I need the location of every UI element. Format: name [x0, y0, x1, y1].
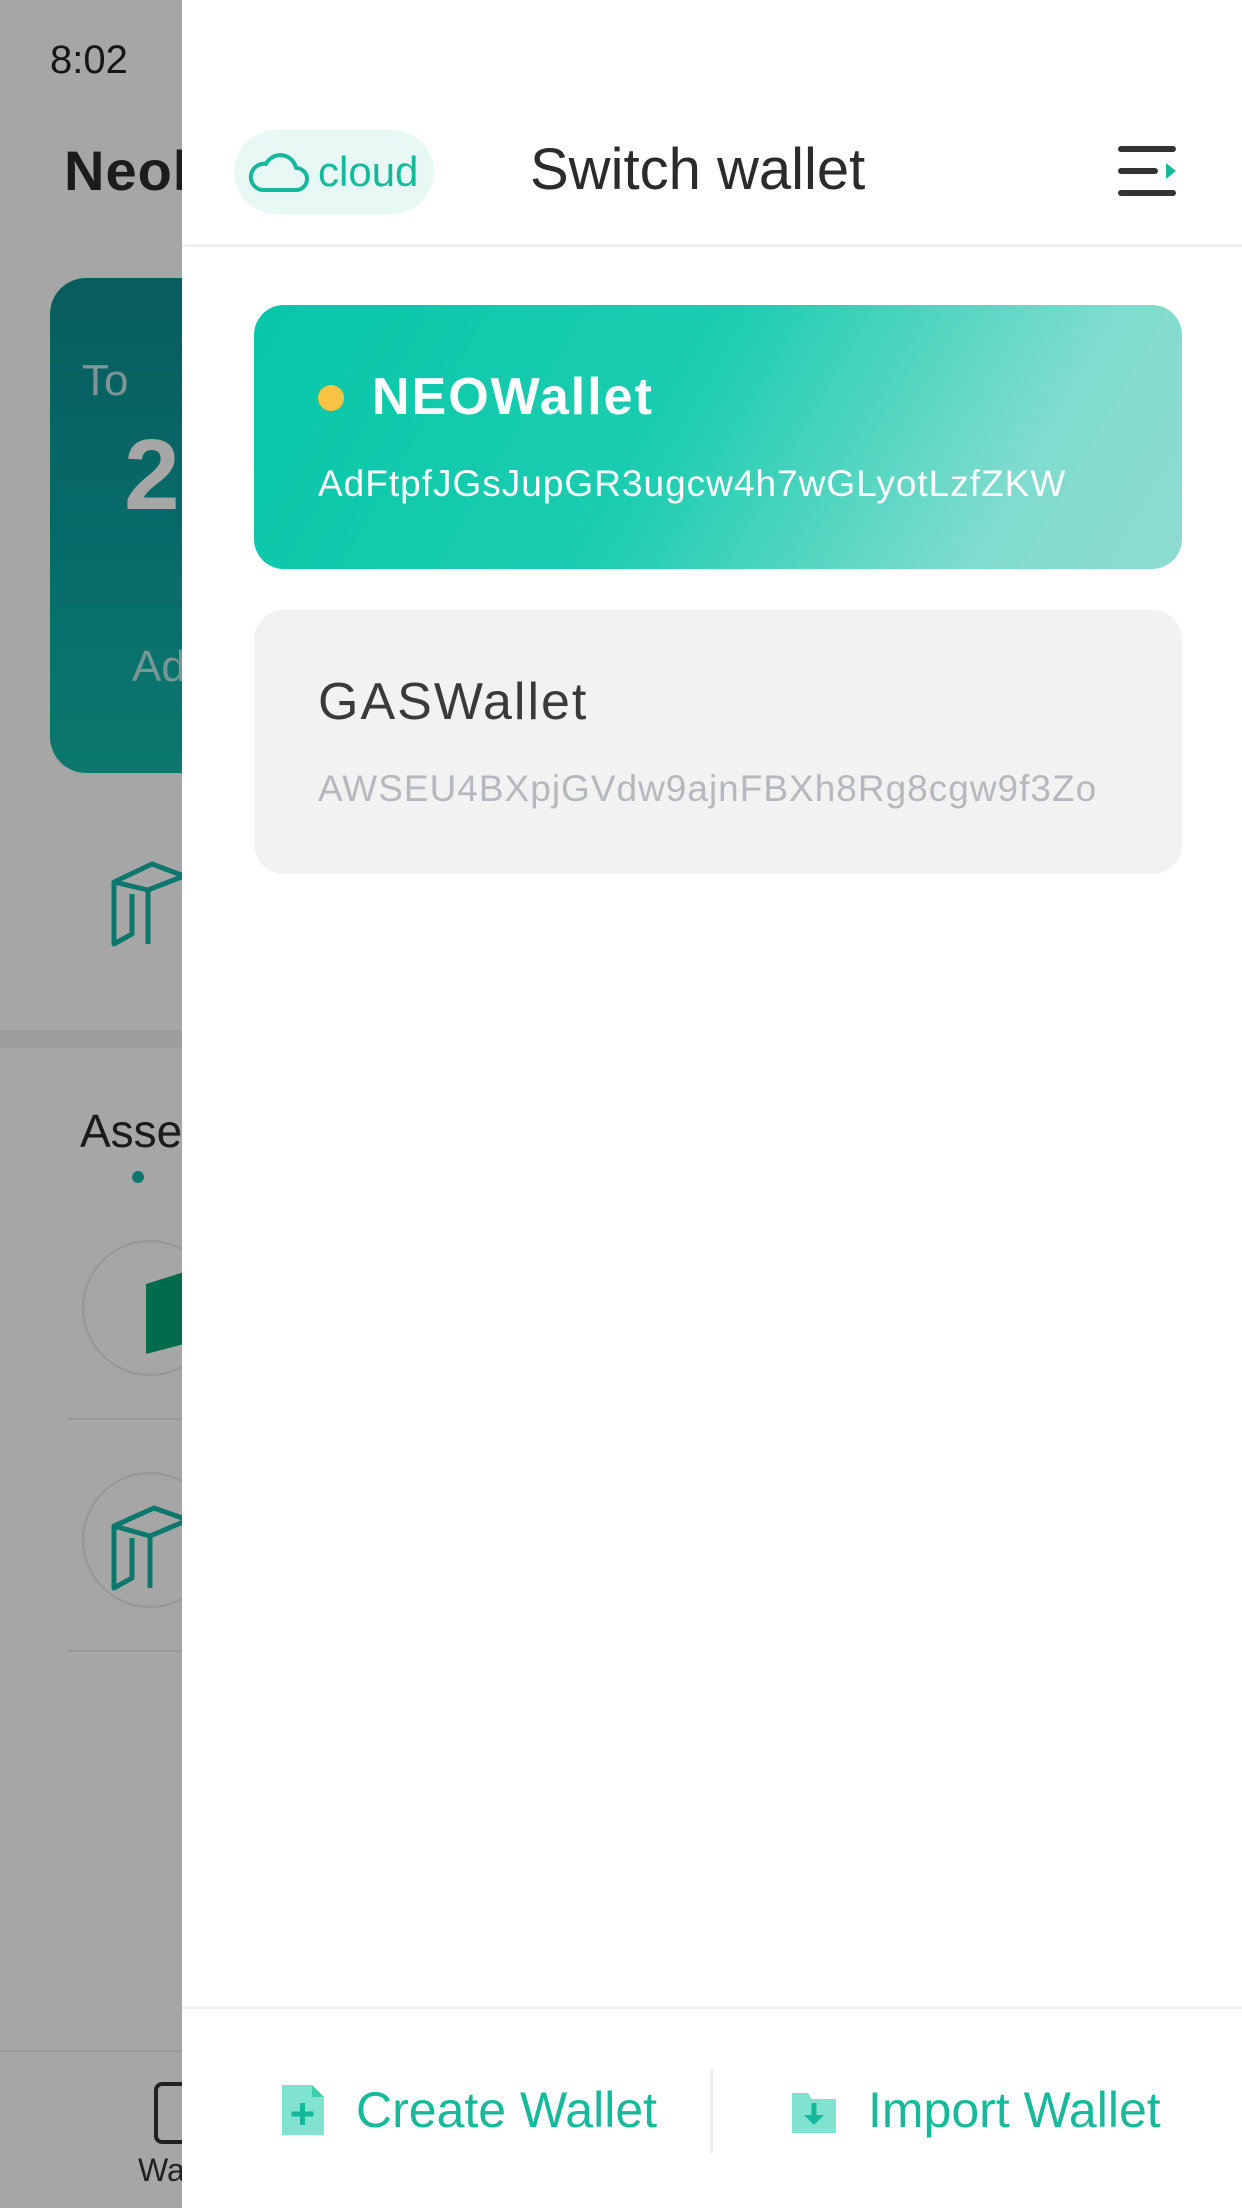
- drawer-header: cloud Switch wallet: [182, 0, 1242, 247]
- collapse-menu-icon[interactable]: [1116, 140, 1180, 204]
- wallet-address: AdFtpfJGsJupGR3ugcw4h7wGLyotLzfZKW: [318, 463, 1067, 504]
- import-folder-icon: [792, 2093, 836, 2133]
- create-wallet-label: Create Wallet: [356, 2082, 658, 2138]
- drawer-footer: Create Wallet Import Wallet: [182, 2006, 1242, 2211]
- drawer-title: Switch wallet: [530, 137, 866, 202]
- cloud-button[interactable]: cloud: [234, 130, 434, 214]
- wallet-name: NEOWallet: [372, 368, 654, 426]
- import-wallet-label: Import Wallet: [868, 2082, 1161, 2138]
- active-wallet-indicator: [318, 385, 344, 411]
- cloud-icon: [248, 153, 309, 192]
- footer-divider: [710, 2069, 713, 2153]
- cloud-label: cloud: [318, 148, 419, 195]
- import-wallet-button[interactable]: Import Wallet: [790, 2009, 1161, 2211]
- wallet-name: GASWallet: [318, 673, 589, 731]
- create-file-icon: [282, 2085, 324, 2135]
- wallet-card-neowallet[interactable]: NEOWallet AdFtpfJGsJupGR3ugcw4h7wGLyotLz…: [254, 305, 1182, 569]
- wallet-address: AWSEU4BXpjGVdw9ajnFBXh8Rg8cgw9f3Zo: [318, 768, 1098, 809]
- wallet-card-gaswallet[interactable]: GASWallet AWSEU4BXpjGVdw9ajnFBXh8Rg8cgw9…: [254, 610, 1182, 874]
- switch-wallet-drawer: cloud Switch wallet NEOWallet AdFtpfJGsJ…: [182, 0, 1242, 2208]
- create-wallet-button[interactable]: Create Wallet: [278, 2009, 657, 2211]
